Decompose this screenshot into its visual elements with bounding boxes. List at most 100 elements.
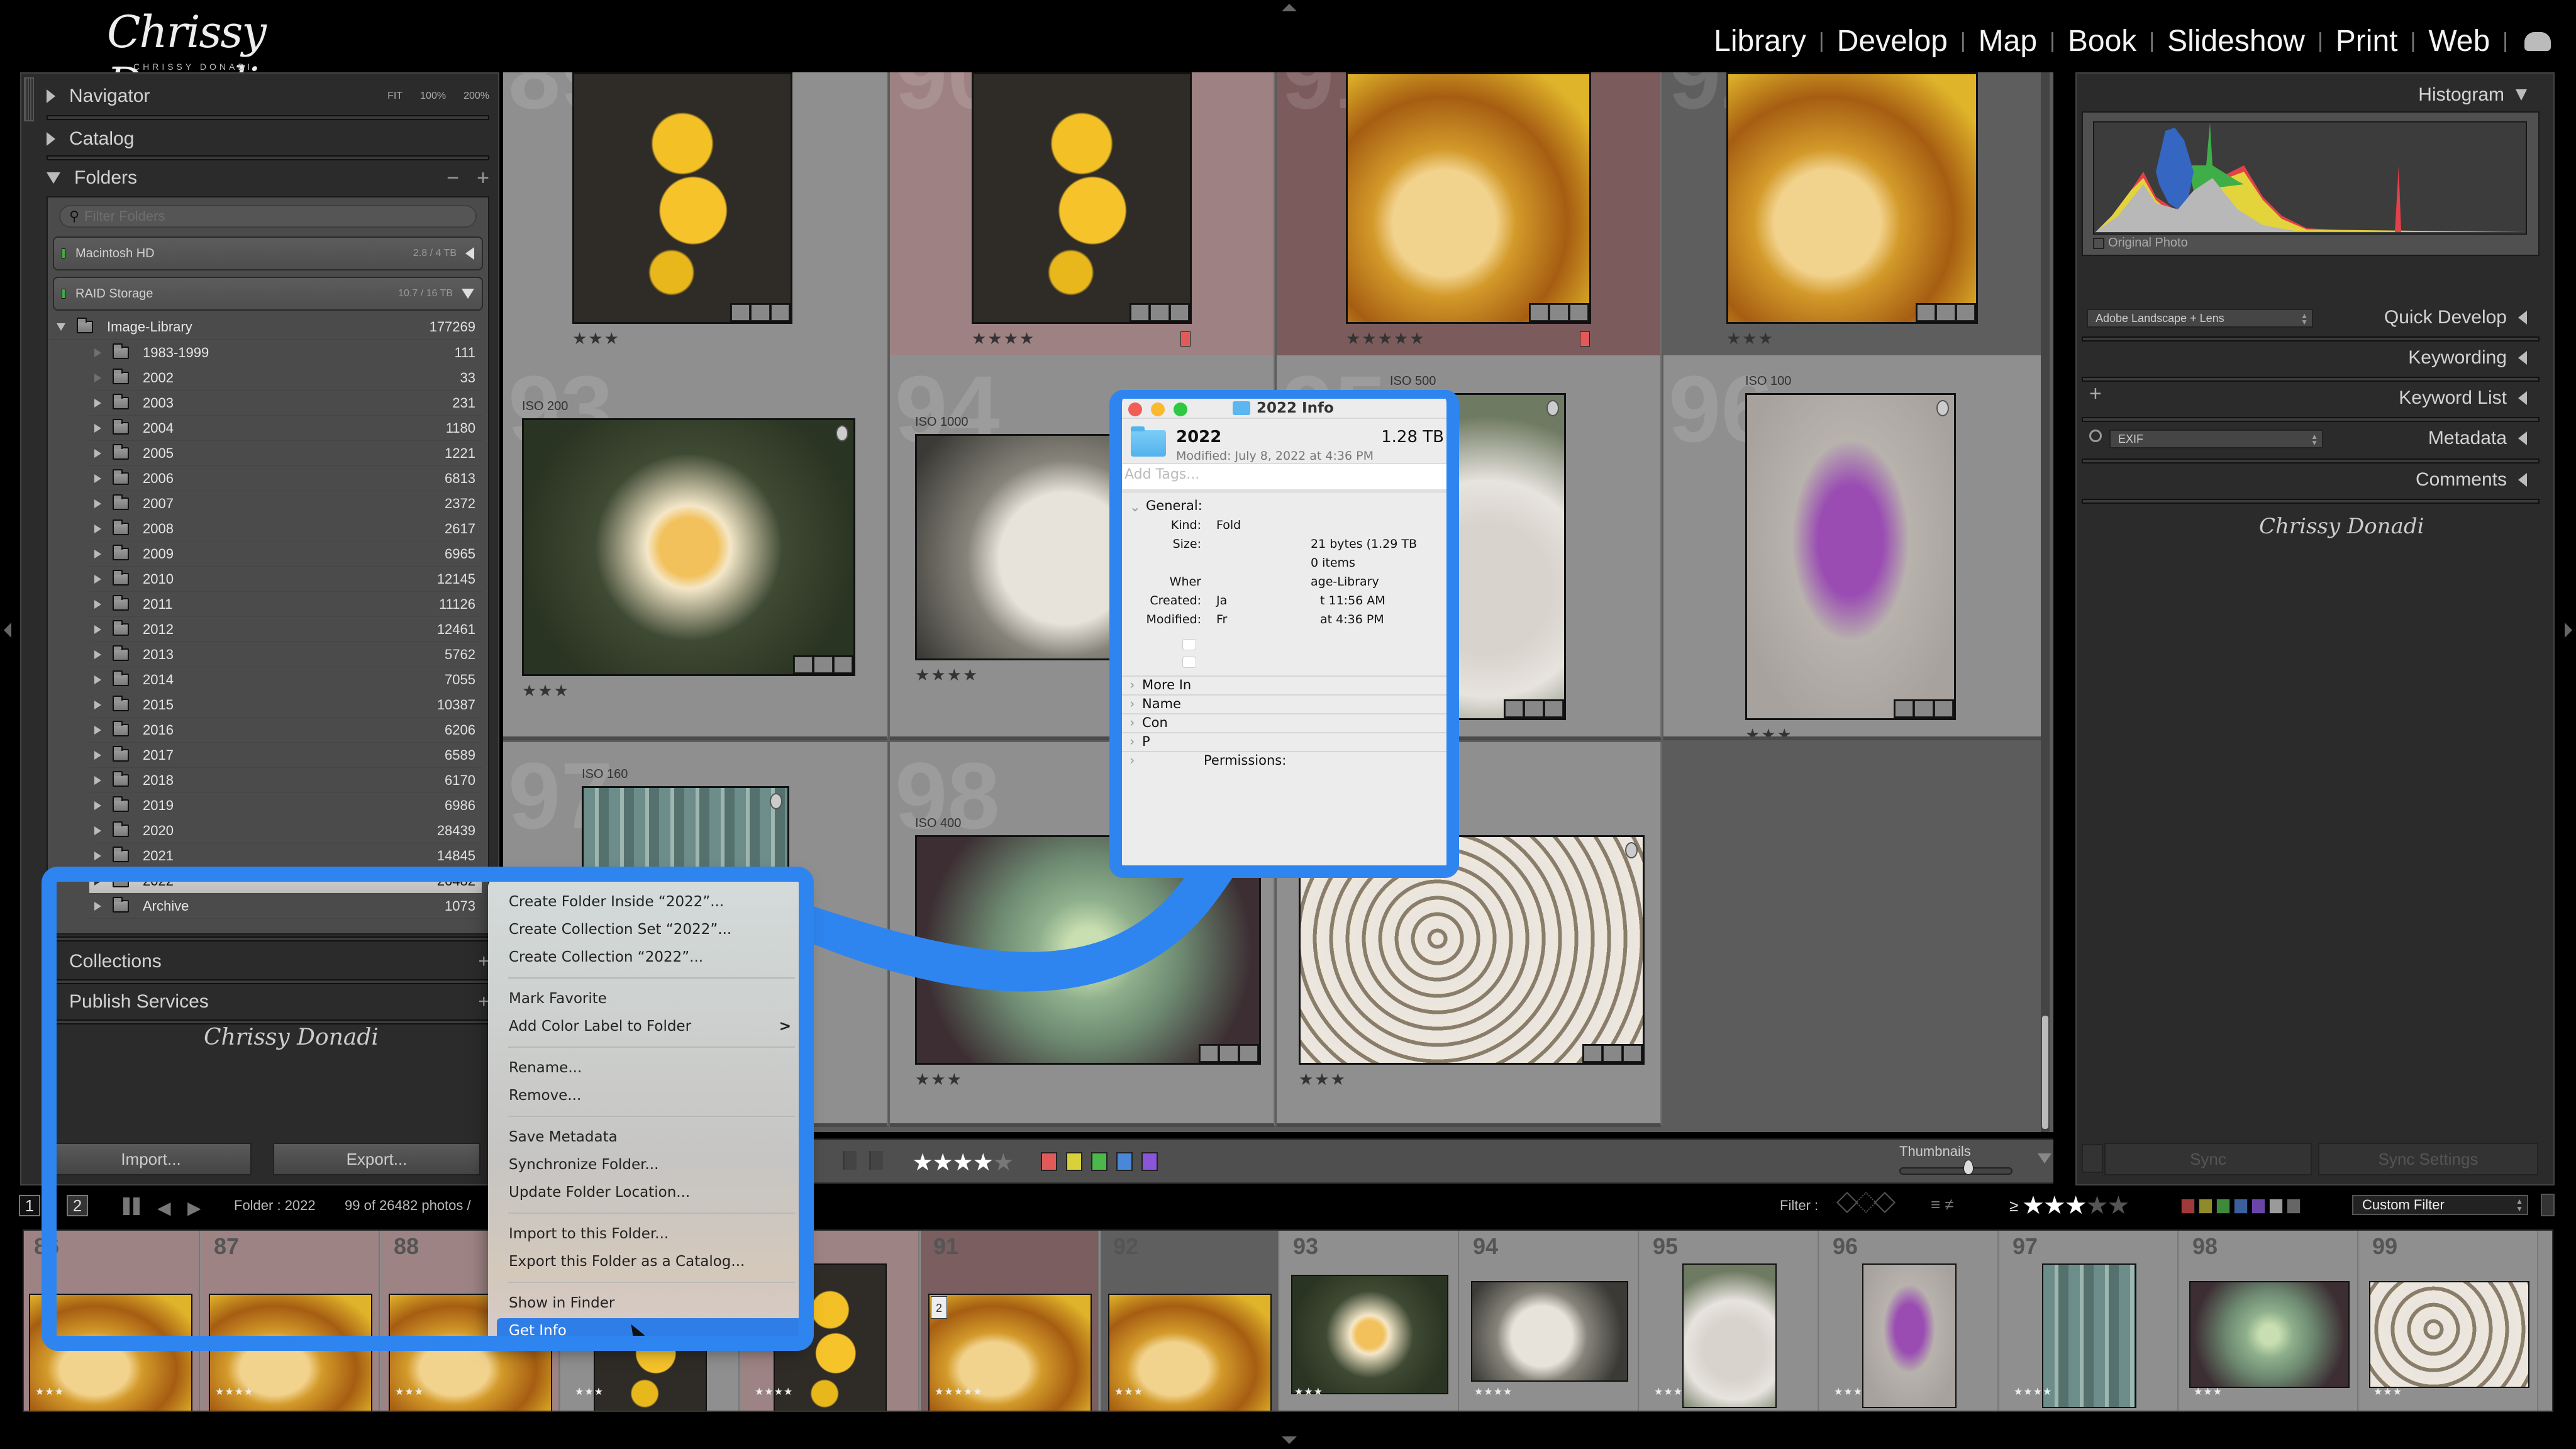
star-rating[interactable]: ★★★ <box>1299 1070 1346 1089</box>
catalog-header[interactable]: Catalog <box>47 120 489 158</box>
edit-filter-icons[interactable]: ≡ ≠ <box>1931 1195 1954 1214</box>
folder-disclosure-icon[interactable] <box>94 499 101 508</box>
menu-item-export-this-folder-as-a-catalog[interactable]: Export this Folder as a Catalog... <box>488 1249 802 1274</box>
forward-arrow-icon[interactable]: ▶ <box>187 1197 201 1218</box>
filmstrip-cell[interactable]: 86 ★★★ <box>24 1231 200 1411</box>
crop-badge-icon[interactable] <box>1550 304 1568 321</box>
keyword-badge-icon[interactable] <box>1584 1045 1602 1062</box>
filter-star-icon[interactable]: ★ <box>2107 1192 2129 1219</box>
edit-badge-icon[interactable] <box>1956 304 1975 321</box>
crop-badge-icon[interactable] <box>1914 701 1933 717</box>
filmstrip-thumbnail[interactable] <box>1682 1263 1777 1408</box>
star-rating[interactable]: ★★★★ <box>972 329 1035 348</box>
folder-disclosure-icon[interactable] <box>94 851 101 860</box>
folder-disclosure-icon[interactable] <box>94 725 101 735</box>
edit-badge-icon[interactable] <box>770 304 789 321</box>
keyword-badge-icon[interactable] <box>731 304 750 321</box>
filmstrip-thumbnail[interactable] <box>2042 1263 2136 1408</box>
quick-collection-icon[interactable] <box>1936 400 1949 416</box>
filmstrip-star-rating[interactable]: ★★★★ <box>215 1385 253 1398</box>
color-filter-button[interactable] <box>2216 1199 2230 1214</box>
color-label-button[interactable] <box>1066 1152 1082 1171</box>
locked-checkbox[interactable] <box>1182 657 1196 668</box>
filter-star-icon[interactable]: ★ <box>2022 1192 2045 1219</box>
color-label-button[interactable] <box>1091 1152 1108 1171</box>
star-rating[interactable]: ★★★ <box>522 681 570 701</box>
folder-row-2002[interactable]: 2002 33 <box>89 365 482 391</box>
edit-badge-icon[interactable] <box>1239 1045 1258 1062</box>
rating-stars[interactable]: ★★★★★ <box>912 1148 1014 1177</box>
star-rating[interactable]: ★★★★★ <box>1346 329 1426 348</box>
scrollbar-thumb[interactable] <box>2042 1016 2048 1129</box>
menu-item-update-folder-location[interactable]: Update Folder Location... <box>488 1180 802 1205</box>
filmstrip-star-rating[interactable]: ★★★ <box>1294 1385 1323 1398</box>
chevron-down-icon[interactable]: ⌄ <box>1130 499 1141 514</box>
filmstrip-thumbnail[interactable] <box>2368 1281 2529 1388</box>
folder-row-2018[interactable]: 2018 6170 <box>89 768 482 793</box>
keyword-badge-icon[interactable] <box>1131 304 1150 321</box>
folder-row-2022[interactable]: 2022 26482 <box>89 869 482 894</box>
keywording-header[interactable]: Keywording <box>2408 340 2527 375</box>
star-rating[interactable]: ★★★ <box>572 329 620 348</box>
folder-row-2004[interactable]: 2004 1180 <box>89 416 482 441</box>
secondary-window-button[interactable]: 2 <box>67 1195 88 1216</box>
filmstrip-cell[interactable]: 98 ★★★ <box>2180 1231 2358 1411</box>
filmstrip-star-rating[interactable]: ★★★ <box>2373 1385 2402 1398</box>
folder-disclosure-icon[interactable] <box>94 901 101 911</box>
folder-row-2012[interactable]: 2012 12461 <box>89 617 482 642</box>
info-section-0[interactable]: More In <box>1122 675 1446 693</box>
collapse-left-panel-arrow[interactable] <box>4 623 11 638</box>
keyword-badge-icon[interactable] <box>1530 304 1549 321</box>
filmstrip-cell[interactable]: 91 2 ★★★★★ <box>921 1231 1099 1411</box>
folder-disclosure-icon[interactable] <box>94 398 101 408</box>
stack-count-badge[interactable]: 2 <box>931 1296 947 1319</box>
edit-badge-icon[interactable] <box>1623 1045 1641 1062</box>
zoom-button[interactable] <box>1174 402 1187 416</box>
info-titlebar[interactable]: 2022 Info <box>1122 399 1446 419</box>
module-slideshow[interactable]: Slideshow <box>2167 24 2305 58</box>
rating-filter-stars[interactable]: ★★★★★ <box>2022 1191 2129 1220</box>
filmstrip-cell[interactable]: 87 ★★★★ <box>201 1231 380 1411</box>
volume-macintosh-hd[interactable]: Macintosh HD 2.8 / 4 TB <box>53 236 483 270</box>
folder-row-2010[interactable]: 2010 12145 <box>89 567 482 592</box>
metadata-preset-select[interactable]: EXIF ▲ ▼ <box>2109 430 2323 448</box>
folder-disclosure-icon[interactable] <box>94 750 101 760</box>
folder-disclosure-icon[interactable] <box>94 348 101 357</box>
grid-cell[interactable]: 96 ISO 100 ★★★ <box>1663 355 2048 740</box>
minimize-button[interactable] <box>1151 402 1165 416</box>
import-button[interactable]: Import... <box>50 1143 252 1175</box>
rating-star-icon[interactable]: ★ <box>972 1150 994 1176</box>
folder-row-2007[interactable]: 2007 2372 <box>89 491 482 516</box>
filmstrip-star-rating[interactable]: ★★★ <box>1654 1385 1683 1398</box>
keyword-badge-icon[interactable] <box>1895 701 1914 717</box>
filmstrip-cell[interactable]: 96 ★★★ <box>1820 1231 1999 1411</box>
filter-folders-input[interactable]: ⚲ Filter Folders <box>59 205 477 228</box>
photo-thumbnail[interactable] <box>1745 393 1956 720</box>
reject-flag-icon[interactable] <box>869 1151 883 1170</box>
rating-comparison[interactable]: ≥ <box>2009 1196 2018 1216</box>
filter-lock-toggle[interactable] <box>2541 1194 2555 1216</box>
rating-star-icon[interactable]: ★ <box>992 1150 1014 1176</box>
volume-raid-storage[interactable]: RAID Storage 10.7 / 16 TB <box>53 277 483 311</box>
crop-badge-icon[interactable] <box>1603 1045 1622 1062</box>
thumbnail-size-slider[interactable] <box>1899 1160 2012 1175</box>
quick-collection-icon[interactable] <box>1546 400 1559 416</box>
filter-star-icon[interactable]: ★ <box>2065 1192 2087 1219</box>
module-map[interactable]: Map <box>1979 24 2037 58</box>
info-section-3[interactable]: P <box>1122 732 1446 750</box>
folder-disclosure-icon[interactable] <box>94 876 101 886</box>
crop-badge-icon[interactable] <box>751 304 770 321</box>
pick-flag-icon[interactable] <box>843 1151 857 1170</box>
panel-scroll-grip[interactable] <box>24 77 34 121</box>
filmstrip-cell[interactable]: 99 ★★★ <box>2360 1231 2538 1411</box>
module-book[interactable]: Book <box>2068 24 2136 58</box>
folder-row-2009[interactable]: 2009 6965 <box>89 541 482 567</box>
folder-row-2020[interactable]: 2020 28439 <box>89 818 482 843</box>
folder-disclosure-icon[interactable] <box>94 574 101 584</box>
folder-disclosure-icon[interactable] <box>94 549 101 558</box>
auto-sync-toggle[interactable] <box>2082 1144 2103 1173</box>
toolbar-options-menu-icon[interactable] <box>2038 1153 2051 1163</box>
main-window-button[interactable]: 1 <box>19 1195 40 1216</box>
folder-row-1983-1999[interactable]: 1983-1999 111 <box>89 340 482 365</box>
edit-badge-icon[interactable] <box>1569 304 1588 321</box>
